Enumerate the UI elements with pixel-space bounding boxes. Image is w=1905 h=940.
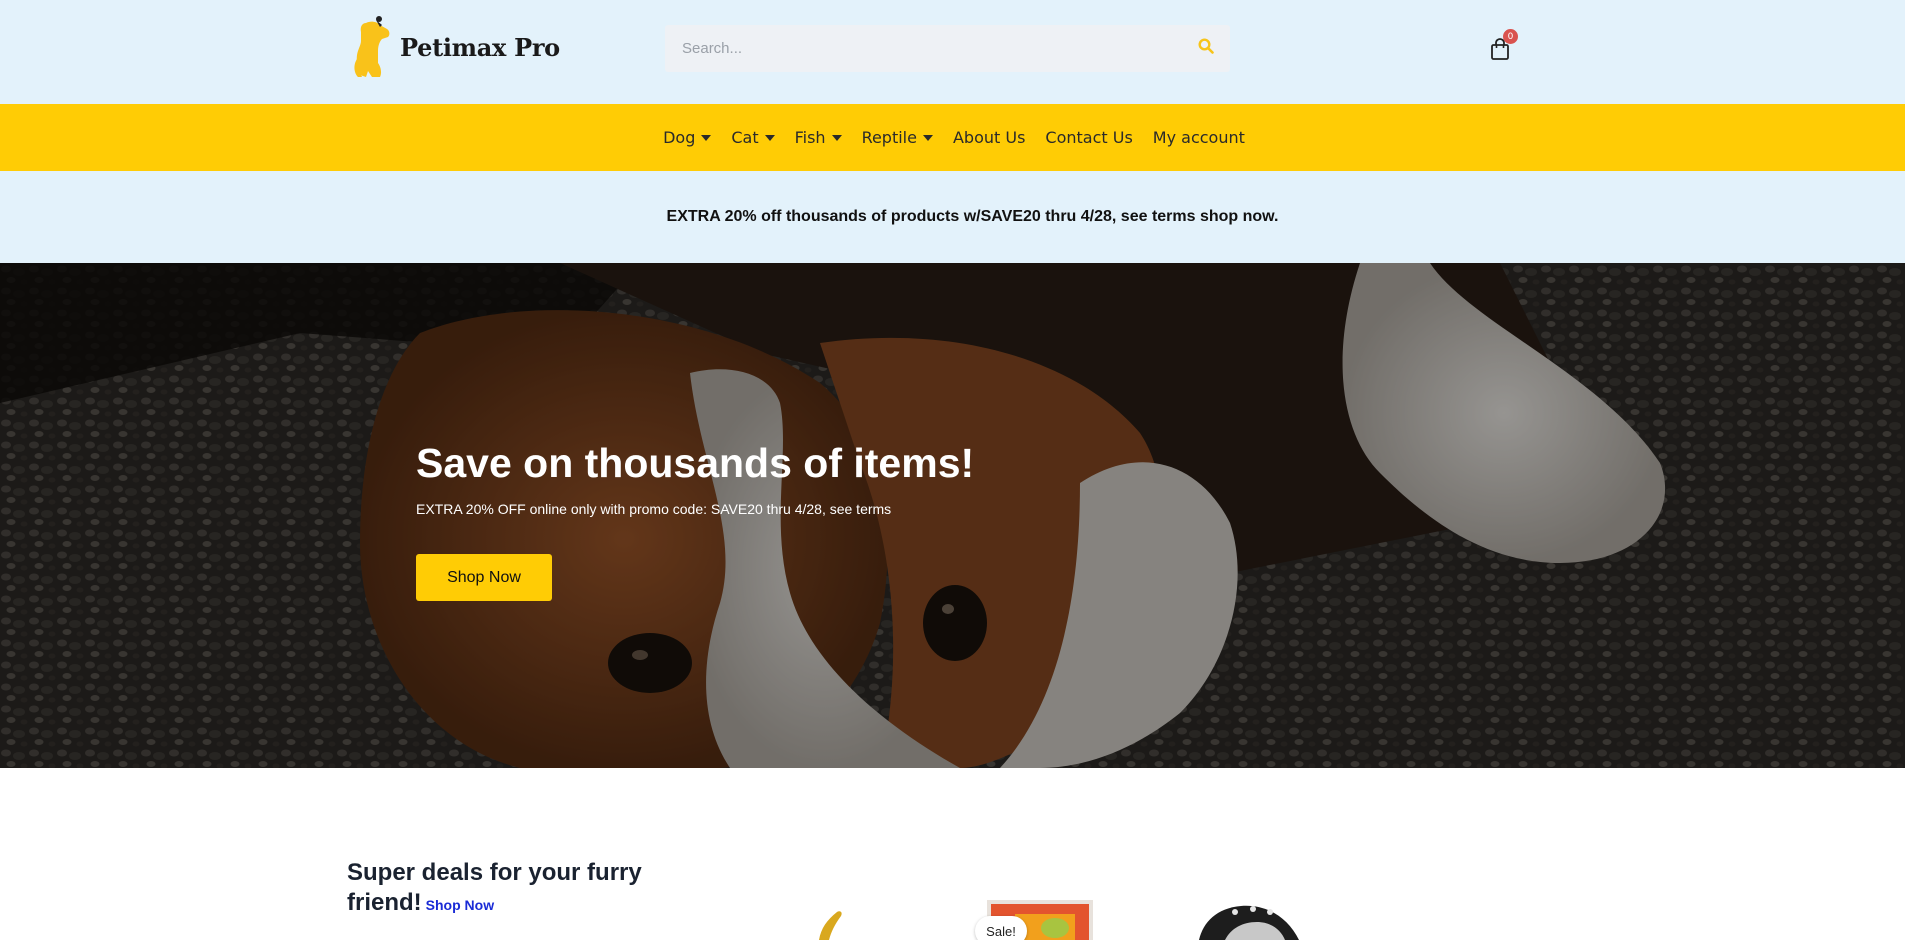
promo-bar: EXTRA 20% off thousands of products w/SA… bbox=[0, 171, 1905, 263]
nav-item-fish[interactable]: Fish bbox=[785, 118, 852, 158]
site-header: Petimax Pro 0 bbox=[0, 0, 1905, 104]
nav-item-label: My account bbox=[1152, 128, 1245, 147]
hero-title: Save on thousands of items! bbox=[416, 440, 975, 486]
nav-item-cat[interactable]: Cat bbox=[721, 118, 784, 158]
nav-item-contact-us[interactable]: Contact Us bbox=[1035, 118, 1142, 158]
hero-subtitle: EXTRA 20% OFF online only with promo cod… bbox=[416, 501, 892, 517]
nav-item-about-us[interactable]: About Us bbox=[943, 118, 1035, 158]
hero-banner: Save on thousands of items! EXTRA 20% OF… bbox=[0, 263, 1905, 768]
nav-item-label: Dog bbox=[663, 128, 696, 147]
nav-item-dog[interactable]: Dog bbox=[653, 118, 721, 158]
nav-item-label: Contact Us bbox=[1045, 128, 1133, 147]
search-input[interactable] bbox=[665, 25, 1182, 72]
product-image[interactable] bbox=[815, 898, 845, 940]
caret-down-icon bbox=[922, 134, 933, 141]
site-logo[interactable]: Petimax Pro bbox=[352, 15, 560, 79]
main-navigation: Dog Cat Fish Reptile About Us Contact Us… bbox=[0, 104, 1905, 171]
search-button[interactable] bbox=[1182, 25, 1230, 72]
search-bar bbox=[665, 25, 1230, 72]
deals-shop-now-link[interactable]: Shop Now bbox=[426, 897, 494, 913]
logo-text: Petimax Pro bbox=[400, 32, 560, 62]
nav-item-label: Reptile bbox=[861, 128, 917, 147]
nav-menu: Dog Cat Fish Reptile About Us Contact Us… bbox=[653, 118, 1255, 158]
deals-heading: Super deals for your furry friend! Shop N… bbox=[347, 858, 667, 920]
shop-now-button[interactable]: Shop Now bbox=[416, 554, 552, 601]
cart-count-badge: 0 bbox=[1503, 29, 1518, 44]
sale-badge: Sale! bbox=[975, 916, 1027, 940]
caret-down-icon bbox=[701, 134, 712, 141]
caret-down-icon bbox=[831, 134, 842, 141]
dog-logo-icon bbox=[352, 15, 398, 79]
product-image[interactable] bbox=[1195, 898, 1305, 940]
nav-item-reptile[interactable]: Reptile bbox=[852, 118, 943, 158]
promo-text-link[interactable]: EXTRA 20% off thousands of products w/SA… bbox=[667, 208, 1279, 226]
nav-item-my-account[interactable]: My account bbox=[1143, 118, 1255, 158]
nav-item-label: Cat bbox=[731, 128, 759, 147]
hero-overlay bbox=[0, 263, 1905, 768]
cart-button[interactable]: 0 bbox=[1490, 29, 1518, 60]
nav-item-label: About Us bbox=[952, 128, 1026, 147]
caret-down-icon bbox=[764, 134, 775, 141]
deals-title-text: Super deals for your furry friend! bbox=[347, 859, 642, 916]
nav-item-label: Fish bbox=[794, 128, 826, 147]
search-icon bbox=[1198, 38, 1214, 59]
